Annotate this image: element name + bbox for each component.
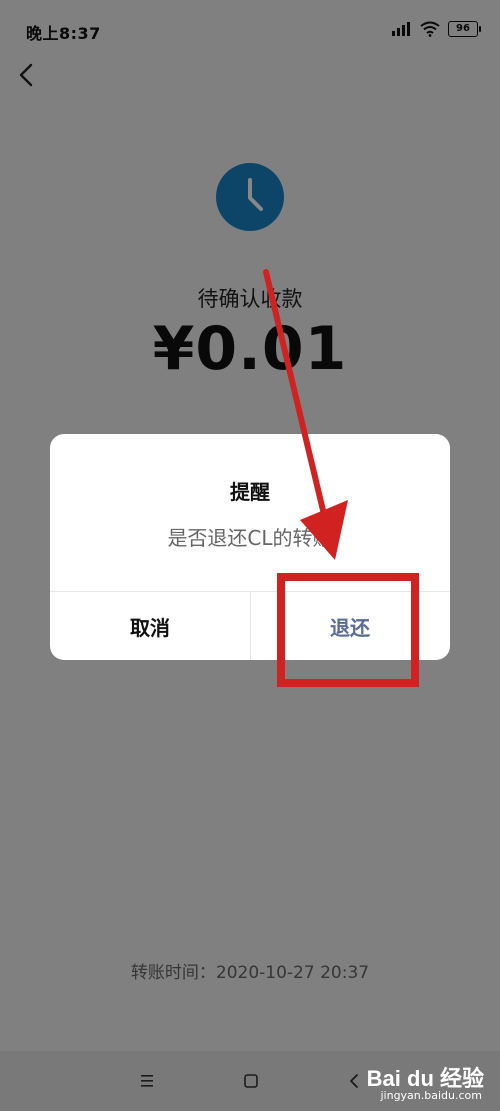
baidu-jingyan-watermark: Bai du 经验 jingyan.baidu.com — [364, 1057, 494, 1107]
dialog-message: 是否退还CL的转账 — [167, 526, 333, 550]
return-transfer-dialog: 提醒 是否退还CL的转账 取消 退还 — [50, 434, 450, 660]
dialog-title: 提醒 — [230, 480, 270, 504]
return-button[interactable]: 退还 — [250, 592, 450, 660]
cancel-button[interactable]: 取消 — [50, 592, 250, 660]
watermark-url: jingyan.baidu.com — [380, 1089, 482, 1102]
